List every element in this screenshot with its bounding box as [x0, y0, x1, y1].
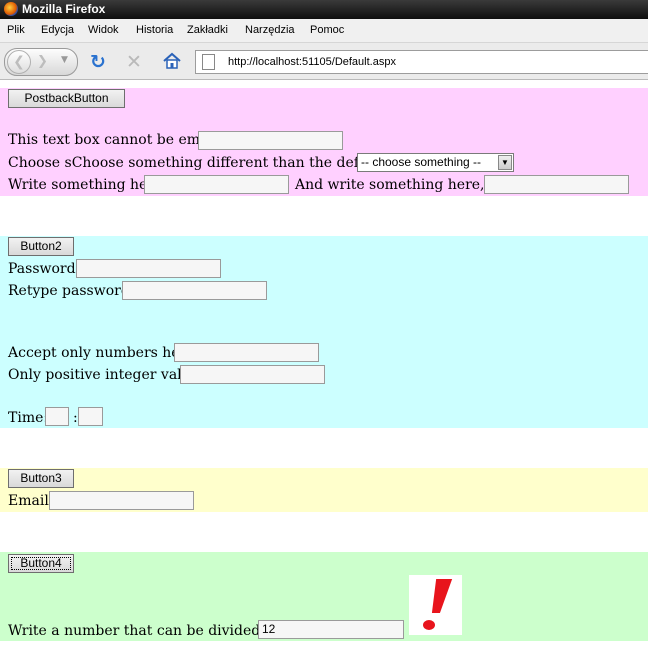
menu-historia[interactable]: Historia [136, 24, 173, 36]
password-input[interactable] [76, 259, 221, 278]
menu-widok[interactable]: Widok [88, 24, 119, 36]
write-too-label: And write something here, too: [295, 177, 517, 193]
choose-select[interactable]: -- choose something -- ▼ [357, 153, 514, 172]
time-hours-input[interactable] [45, 407, 69, 426]
email-label: Email: [8, 493, 54, 509]
choose-select-value: -- choose something -- [361, 155, 482, 169]
time-separator: : [73, 410, 78, 426]
window-titlebar: Mozilla Firefox [0, 0, 648, 19]
firefox-logo-icon [4, 2, 18, 16]
nonempty-input[interactable] [198, 131, 343, 150]
divide-input[interactable]: 12 [258, 620, 404, 639]
button4[interactable]: Button4 [8, 554, 74, 573]
button3[interactable]: Button3 [8, 469, 74, 488]
menu-edycja[interactable]: Edycja [41, 24, 74, 36]
nonempty-label: This text box cannot be empty: [8, 132, 228, 148]
time-label: Time: [8, 410, 49, 426]
menu-bar: Plik Edycja Widok Historia Zakładki Narz… [0, 19, 648, 43]
numbers-input[interactable] [174, 343, 319, 362]
history-dropdown-icon[interactable]: ▼ [61, 55, 68, 65]
stop-icon[interactable]: ✕ [126, 51, 142, 73]
address-bar[interactable]: http://localhost:51105/Default.aspx [195, 50, 648, 74]
window-title: Mozilla Firefox [22, 2, 106, 16]
address-url[interactable]: http://localhost:51105/Default.aspx [228, 56, 396, 68]
write-too-input[interactable] [484, 175, 629, 194]
menu-plik[interactable]: Plik [7, 24, 25, 36]
home-icon[interactable] [162, 51, 182, 71]
menu-pomoc[interactable]: Pomoc [310, 24, 344, 36]
menu-zakladki[interactable]: Zakładki [187, 24, 228, 36]
divide-label: Write a number that can be divided by 5: [8, 623, 300, 639]
back-arrow-icon[interactable]: ❮ [7, 50, 31, 74]
write-input[interactable] [144, 175, 289, 194]
retype-label: Retype password: [8, 283, 135, 299]
forward-arrow-icon[interactable]: ❯ [37, 54, 48, 69]
chevron-down-icon[interactable]: ▼ [498, 155, 512, 170]
numbers-label: Accept only numbers here: [8, 345, 200, 361]
reload-icon[interactable]: ↻ [90, 51, 106, 73]
time-minutes-input[interactable] [78, 407, 103, 426]
retype-input[interactable] [122, 281, 267, 300]
password-label: Password: [8, 261, 81, 277]
menu-narzedzia[interactable]: Narzędzia [245, 24, 295, 36]
postback-button[interactable]: PostbackButton [8, 89, 125, 108]
page-icon [202, 54, 215, 70]
button2[interactable]: Button2 [8, 237, 74, 256]
back-forward-group: ❮ ❯ ▼ [4, 48, 78, 76]
positive-input[interactable] [180, 365, 325, 384]
exclamation-icon [409, 575, 462, 635]
email-input[interactable] [49, 491, 194, 510]
